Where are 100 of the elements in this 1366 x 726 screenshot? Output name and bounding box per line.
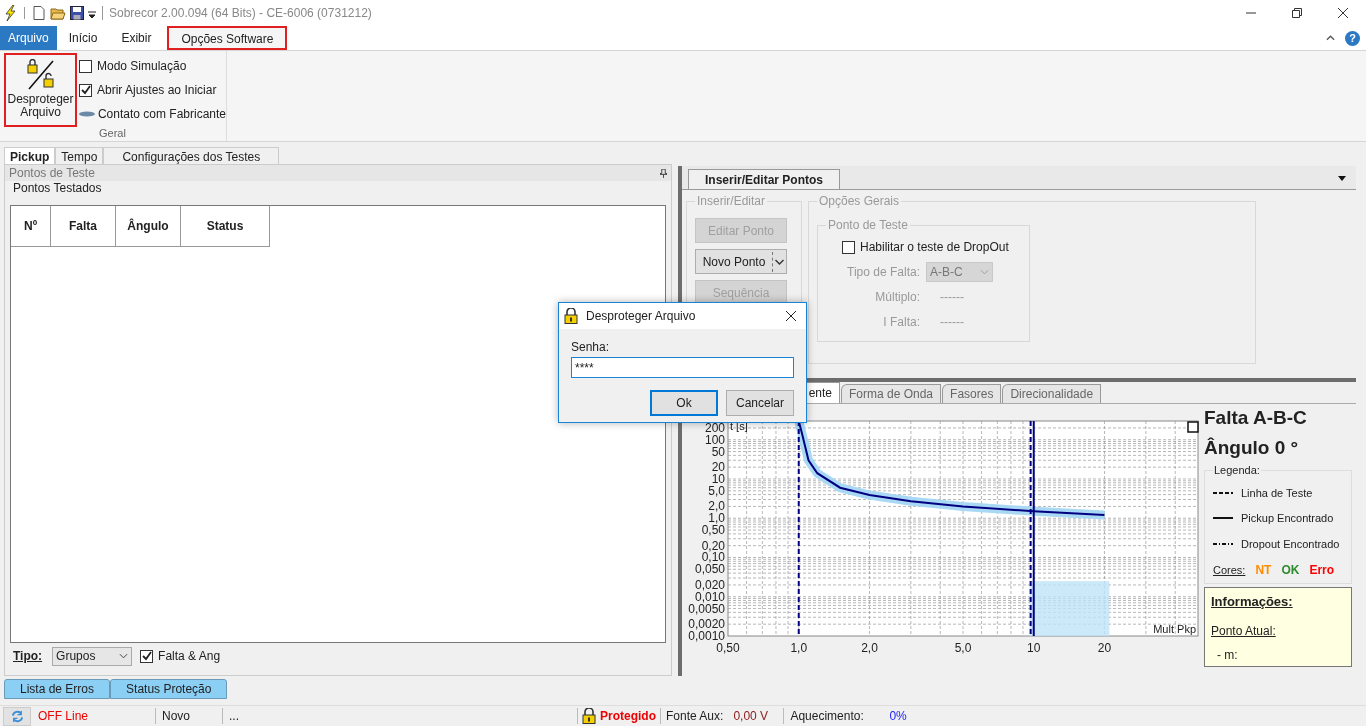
ribbon-tab[interactable]: Exibir (113, 26, 160, 50)
contact-icon (79, 111, 95, 117)
group-label: Ponto de Teste (827, 217, 909, 234)
checkbox-label: Modo Simulação (97, 58, 187, 75)
group-label: Pontos Testados (12, 181, 103, 195)
line-style-icon (1213, 490, 1233, 495)
info-title: Informações: (1211, 593, 1294, 611)
ribbon-tab[interactable]: Início (60, 26, 106, 50)
open-folder-icon[interactable] (50, 6, 66, 20)
status-message: ... (228, 708, 240, 725)
ribbon-tab[interactable]: Opções Software (167, 26, 288, 50)
lock-unlock-icon (24, 59, 57, 91)
checkbox-label: Abrir Ajustes ao Iniciar (97, 82, 217, 99)
type-label: Tipo: (13, 648, 43, 665)
heating-value: 0% (889, 708, 907, 725)
ribbon-tab[interactable]: Arquivo (0, 26, 57, 50)
panel-tab[interactable]: Configurações dos Testes (103, 147, 280, 164)
close-icon[interactable] (786, 311, 796, 321)
checkbox[interactable] (79, 83, 92, 97)
checkbox[interactable] (79, 59, 92, 73)
legend-item: Pickup Encontrado (1241, 511, 1334, 526)
save-icon[interactable] (70, 6, 84, 20)
password-label: Senha: (570, 339, 611, 356)
colors-label: Cores: (1213, 562, 1246, 578)
axis-tick-label: 0,20 (701, 538, 725, 553)
bottom-tab[interactable]: Status Proteção (110, 679, 228, 699)
field-value: ------ (939, 289, 964, 306)
dropdown-arrow-icon[interactable] (1338, 176, 1346, 181)
axis-tick-label: 0,50 (716, 641, 740, 655)
lock-icon (564, 308, 578, 324)
column-header[interactable]: Status (181, 206, 270, 247)
axis-tick-label: 1,0 (708, 511, 725, 526)
axis-tick-label: 0,020 (694, 577, 725, 592)
field-label: I Falta: (882, 314, 921, 331)
dialog-button[interactable]: Cancelar (726, 390, 794, 416)
help-button[interactable]: ? (1345, 30, 1360, 46)
axis-tick-label: 50 (711, 444, 725, 459)
field-label: Múltiplo: (874, 289, 921, 306)
legend-label: Legenda: (1213, 463, 1261, 478)
panel-tab[interactable]: Pickup (4, 147, 56, 164)
ribbon-group-label: Geral (99, 126, 127, 141)
chevron-down-icon (980, 269, 989, 275)
pin-icon[interactable] (660, 168, 667, 178)
axis-tick-label: 5,0 (708, 483, 725, 498)
axis-tick-label: 1,0 (790, 641, 808, 655)
graph-tab[interactable]: Forma de Onda (841, 384, 942, 403)
axis-tick-label: 0,0050 (688, 601, 725, 616)
group-label: Inserir/Editar (696, 193, 767, 210)
bottom-tab[interactable]: Lista de Erros (4, 679, 111, 699)
restore-icon[interactable] (1292, 8, 1302, 18)
dialog-button[interactable]: Ok (650, 390, 718, 416)
heating-label: Aquecimento: (789, 708, 865, 725)
checkbox-label: Falta & Ang (158, 648, 221, 665)
axis-tick-label: 10 (711, 472, 725, 486)
lightning-icon (4, 5, 16, 21)
axis-tick-label: 2,0 (708, 499, 725, 514)
legend-item: Linha de Teste (1241, 485, 1313, 501)
line-style-icon (1213, 516, 1233, 521)
axis-tick-label: 5,0 (954, 641, 972, 655)
info-value: - m: (1216, 646, 1239, 664)
graph-tab[interactable]: Direcionalidade (1002, 384, 1102, 403)
axis-tick-label: 0,010 (694, 589, 725, 604)
chevron-down-icon[interactable] (772, 251, 786, 272)
graph-tab[interactable]: Fasores (942, 384, 1002, 403)
protection-status: Protegido (599, 708, 657, 725)
axis-tick-label: 0,0020 (688, 617, 725, 632)
split-button[interactable]: Novo Ponto (695, 249, 787, 274)
dialog-title: Desproteger Arquivo (586, 308, 696, 325)
panel-title: Pontos de Teste (9, 165, 95, 182)
group-label: Opções Gerais (818, 193, 901, 210)
maximize-icon[interactable] (1187, 421, 1199, 433)
column-header[interactable]: Ângulo (116, 206, 181, 247)
refresh-button[interactable] (3, 706, 31, 726)
field-label: Tipo de Falta: (846, 264, 921, 281)
type-select[interactable]: Grupos (52, 646, 133, 666)
line-style-icon (1213, 541, 1233, 546)
axis-tick-label: 0,50 (701, 523, 725, 538)
checkbox-label: Habilitar o teste de DropOut (860, 239, 1009, 256)
panel-tab[interactable]: Inserir/Editar Pontos (688, 169, 841, 189)
axis-tick-label: 20 (1097, 641, 1112, 655)
lock-icon (582, 708, 596, 724)
axis-tick-label: 100 (704, 432, 725, 447)
axis-title: Mult Pkp (1153, 623, 1196, 635)
unprotect-file-button[interactable]: Desproteger Arquivo (4, 53, 77, 127)
axis-tick-label: 200 (704, 420, 725, 435)
new-document-icon[interactable] (33, 6, 45, 20)
password-field[interactable]: **** (571, 357, 794, 378)
close-icon[interactable] (1338, 8, 1348, 18)
dropdown-arrow-icon[interactable] (88, 11, 96, 19)
column-header[interactable]: Nº (11, 206, 51, 247)
checkbox[interactable] (140, 649, 154, 663)
collapse-ribbon-icon[interactable] (1326, 35, 1335, 41)
color-legend-item: OK (1281, 562, 1300, 579)
info-label: Ponto Atual: (1211, 622, 1277, 640)
contact-link[interactable]: Contato com Fabricante (97, 105, 226, 123)
panel-tab[interactable]: Tempo (55, 147, 104, 164)
column-header[interactable]: Falta (51, 206, 116, 247)
connection-status: OFF Line (38, 708, 89, 725)
chevron-down-icon (119, 653, 129, 659)
axis-tick-label: 0,050 (694, 562, 725, 577)
